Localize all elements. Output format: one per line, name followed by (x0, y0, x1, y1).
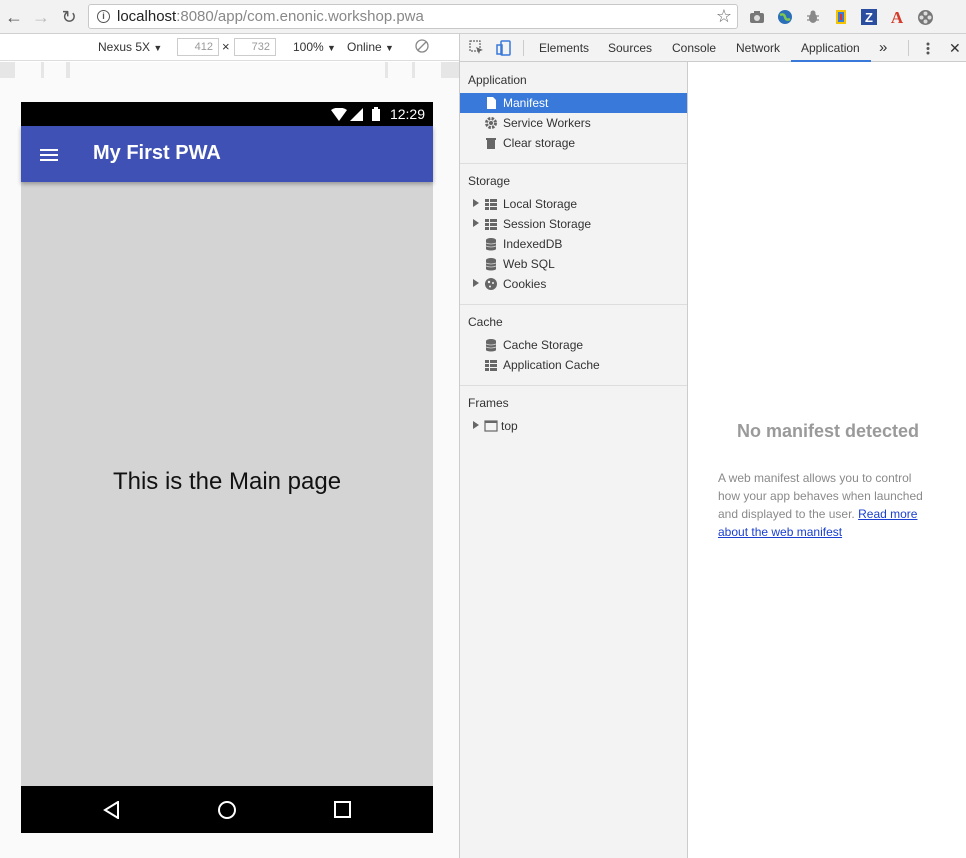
frame-icon (484, 420, 498, 432)
sidebar-item-web-sql[interactable]: Web SQL (460, 254, 687, 274)
device-select[interactable]: Nexus 5X ▼ (98, 40, 162, 54)
android-nav-bar (21, 786, 433, 833)
signal-icon (350, 108, 363, 121)
kebab-menu-icon[interactable] (926, 42, 930, 58)
dropdown-arrow-icon: ▼ (385, 43, 394, 53)
z-icon[interactable]: Z (859, 7, 879, 27)
device-height-input[interactable]: 732 (234, 38, 276, 56)
reload-icon: ↻ (61, 6, 77, 27)
network-throttle-select[interactable]: Online ▼ (347, 40, 394, 54)
grid-icon (485, 219, 497, 230)
menu-icon[interactable] (40, 149, 58, 161)
url-text: localhost:8080/app/com.enonic.workshop.p… (117, 8, 424, 25)
back-triangle-icon[interactable] (103, 801, 120, 819)
device-viewport: 12:29 My First PWA This is the Main page (0, 78, 459, 858)
application-sidebar: Application Manifest Service Workers Cle… (460, 62, 688, 858)
gear-icon (485, 117, 497, 129)
battery-icon (372, 107, 380, 121)
phone-screen: 12:29 My First PWA This is the Main page (21, 102, 433, 833)
bug-icon[interactable] (803, 7, 823, 27)
back-button[interactable]: ← (3, 6, 25, 28)
main-page-text: This is the Main page (112, 468, 342, 495)
dropdown-arrow-icon: ▼ (327, 43, 336, 53)
tab-elements[interactable]: Elements (539, 41, 589, 55)
expand-arrow-icon[interactable] (473, 219, 479, 227)
reload-button[interactable]: ↻ (58, 6, 80, 28)
tab-sources[interactable]: Sources (608, 41, 652, 55)
app-bar: My First PWA (21, 126, 433, 182)
section-title-storage: Storage (468, 174, 511, 188)
address-bar[interactable]: i localhost:8080/app/com.enonic.workshop… (88, 4, 738, 29)
sidebar-item-session-storage[interactable]: Session Storage (460, 214, 687, 234)
back-arrow-icon: ← (5, 6, 23, 27)
bookmark-star-icon[interactable]: ☆ (716, 6, 732, 27)
recents-square-icon[interactable] (334, 801, 351, 818)
sidebar-item-local-storage[interactable]: Local Storage (460, 194, 687, 214)
grid-icon (485, 199, 497, 210)
home-circle-icon[interactable] (217, 800, 237, 820)
database-icon (485, 339, 497, 352)
tab-application[interactable]: Application (801, 41, 860, 55)
sidebar-item-cookies[interactable]: Cookies (460, 274, 687, 294)
sidebar-item-indexeddb[interactable]: IndexedDB (460, 234, 687, 254)
a-icon[interactable]: A (887, 7, 907, 27)
database-icon (485, 258, 497, 271)
svg-text:Z: Z (865, 10, 873, 25)
sidebar-item-service-workers[interactable]: Service Workers (460, 113, 687, 133)
sidebar-item-application-cache[interactable]: Application Cache (460, 355, 687, 375)
inspect-element-icon[interactable] (469, 40, 484, 58)
camera-icon[interactable] (747, 7, 767, 27)
forward-button[interactable]: → (30, 6, 52, 28)
wifi-icon (331, 108, 347, 121)
media-query-ruler (0, 62, 459, 78)
film-icon[interactable] (915, 7, 935, 27)
sidebar-item-frame-top[interactable]: top (460, 416, 687, 436)
expand-arrow-icon[interactable] (473, 199, 479, 207)
tab-network[interactable]: Network (736, 41, 780, 55)
no-manifest-heading: No manifest detected (736, 421, 920, 441)
sidebar-item-clear-storage[interactable]: Clear storage (460, 133, 687, 153)
dropdown-arrow-icon: ▼ (153, 43, 163, 53)
grid-icon (485, 360, 497, 371)
device-toolbar: Nexus 5X ▼ 412 × 732 100% ▼ Online ▼ (0, 34, 459, 61)
devtools-tabbar: Elements Sources Console Network Applica… (460, 34, 966, 62)
info-icon[interactable]: i (97, 10, 110, 23)
section-title-frames: Frames (468, 396, 509, 410)
cookie-icon (485, 278, 497, 290)
globe-icon[interactable] (775, 7, 795, 27)
rotate-icon[interactable] (415, 39, 429, 56)
manifest-description: A web manifest allows you to control how… (718, 471, 923, 539)
close-devtools-icon[interactable]: ✕ (949, 40, 961, 57)
browser-toolbar: ← → ↻ i localhost:8080/app/com.enonic.wo… (0, 0, 966, 34)
zoom-select[interactable]: 100% ▼ (293, 40, 336, 54)
section-title-application: Application (468, 73, 527, 87)
status-time: 12:29 (389, 106, 425, 122)
database-icon (485, 238, 497, 251)
devtools-panel: Elements Sources Console Network Applica… (459, 34, 966, 858)
more-tabs-icon[interactable]: » (879, 39, 887, 56)
device-width-input[interactable]: 412 (177, 38, 219, 56)
expand-arrow-icon[interactable] (473, 279, 479, 287)
dimension-separator: × (222, 39, 230, 54)
trash-icon (486, 138, 496, 149)
sidebar-item-manifest[interactable]: Manifest (460, 93, 687, 113)
device-mode-icon[interactable] (496, 40, 511, 59)
forward-arrow-icon: → (32, 6, 50, 27)
app-title: My First PWA (93, 142, 221, 164)
manifest-panel: No manifest detected A web manifest allo… (689, 62, 966, 858)
status-bar: 12:29 (21, 102, 433, 126)
extension-icon[interactable] (831, 7, 851, 27)
tab-console[interactable]: Console (672, 41, 716, 55)
sidebar-item-cache-storage[interactable]: Cache Storage (460, 335, 687, 355)
svg-text:A: A (891, 9, 904, 25)
expand-arrow-icon[interactable] (473, 421, 479, 429)
section-title-cache: Cache (468, 315, 503, 329)
document-icon (487, 97, 496, 109)
